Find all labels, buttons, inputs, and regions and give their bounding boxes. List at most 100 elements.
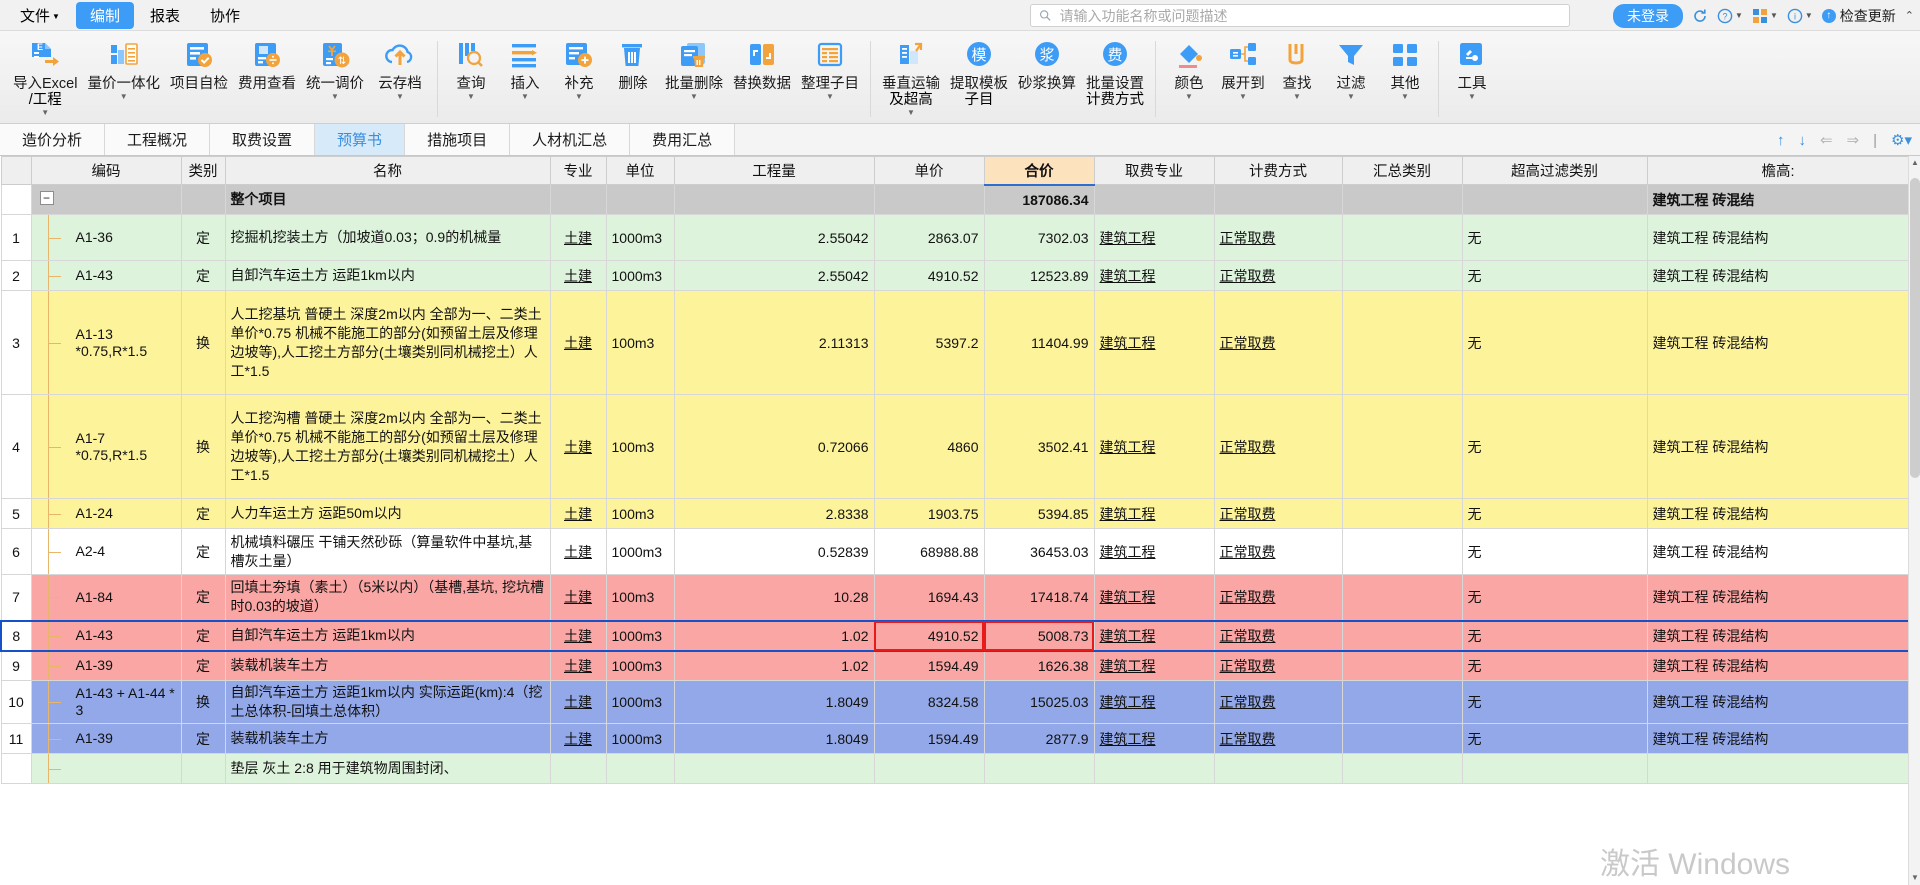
table-header-feeway[interactable]: 计费方式 [1213, 156, 1343, 185]
table-header-major[interactable]: 专业 [549, 156, 607, 185]
cell-qty[interactable] [673, 184, 875, 215]
cell-feeway[interactable]: 正常取费 [1213, 723, 1343, 754]
cell-name[interactable]: 机械填料碾压 干铺天然砂砾（算量软件中基坑,基槽灰土量） [224, 528, 551, 575]
cell-rowno[interactable]: 10 [0, 680, 32, 724]
cell-hifilter[interactable]: 无 [1461, 260, 1648, 291]
cell-feeway[interactable]: 正常取费 [1213, 680, 1343, 724]
cell-qty[interactable]: 1.02 [673, 619, 875, 652]
arrow-right-icon[interactable]: ⇒ [1847, 131, 1860, 149]
cell-feeway[interactable]: 正常取费 [1213, 290, 1343, 395]
cell-hifilter[interactable]: 无 [1461, 680, 1648, 724]
cell-sumcat[interactable] [1341, 753, 1463, 784]
cell-hi[interactable]: 建筑工程 砖混结构 [1646, 290, 1910, 395]
cell-hifilter[interactable] [1461, 753, 1648, 784]
tab-project-overview[interactable]: 工程概况 [105, 124, 211, 155]
cell-feemaj[interactable]: 建筑工程 [1093, 214, 1215, 261]
scroll-down-arrow[interactable]: ▼ [1909, 871, 1920, 885]
cell-unit[interactable]: 1000m3 [605, 619, 675, 652]
cell-code[interactable]: A1-39 [30, 650, 182, 681]
cell-feeway[interactable]: 正常取费 [1213, 498, 1343, 529]
scroll-thumb[interactable] [1910, 178, 1920, 478]
tab-labor-material-summary[interactable]: 人材机汇总 [510, 124, 631, 155]
ribbon-tools[interactable]: 工具 ▼ [1445, 37, 1499, 102]
cell-rowno[interactable]: 2 [0, 260, 32, 291]
table-row[interactable]: 2 A1-43 定自卸汽车运土方 运距1km以内 土建 1000m3 2.55042 491… [0, 260, 1910, 291]
tab-fee-settings[interactable]: 取费设置 [210, 124, 316, 155]
cell-kind[interactable]: 定 [180, 214, 226, 261]
cell-feeway[interactable] [1213, 184, 1343, 215]
ribbon-extract-template[interactable]: 模 提取模板 子目 [945, 37, 1013, 109]
table-row[interactable]: 5 A1-24 定人力车运土方 运距50m以内 土建 100m3 2.8338 1903.7… [0, 498, 1910, 529]
cell-name[interactable]: 自卸汽车运土方 运距1km以内 实际运距(km):4（挖土总体积-回填土总体积） [224, 680, 551, 724]
ribbon-batch-set-fee[interactable]: 费 批量设置 计费方式 [1081, 37, 1149, 109]
cell-kind[interactable]: 定 [180, 723, 226, 754]
cell-major[interactable]: 土建 [549, 723, 607, 754]
cell-qty[interactable]: 1.8049 [673, 680, 875, 724]
cell-name[interactable]: 自卸汽车运土方 运距1km以内 [224, 619, 551, 652]
cell-rowno[interactable]: 9 [0, 650, 32, 681]
cell-sumcat[interactable] [1341, 214, 1463, 261]
menu-file[interactable]: 文件 ▼ [6, 2, 74, 29]
cell-unit[interactable]: 100m3 [605, 574, 675, 621]
cell-feemaj[interactable]: 建筑工程 [1093, 528, 1215, 575]
cell-rowno[interactable]: 7 [0, 574, 32, 621]
cell-unit[interactable]: 100m3 [605, 394, 675, 499]
cell-major[interactable]: 土建 [549, 214, 607, 261]
cell-hi[interactable] [1646, 753, 1910, 784]
cell-hifilter[interactable]: 无 [1461, 723, 1648, 754]
cell-total[interactable]: 1626.38 [983, 650, 1095, 681]
ribbon-batch-delete[interactable]: 批量删除 ▼ [660, 37, 728, 102]
cell-hi[interactable]: 建筑工程 砖混结 [1646, 184, 1910, 215]
cell-total[interactable]: 11404.99 [983, 290, 1095, 395]
table-header-sumcat[interactable]: 汇总类别 [1341, 156, 1463, 185]
cell-feemaj[interactable] [1093, 753, 1215, 784]
cell-price[interactable]: 68988.88 [873, 528, 985, 575]
cell-major[interactable]: 土建 [549, 260, 607, 291]
tab-cost-analysis[interactable]: 造价分析 [0, 124, 106, 155]
cell-feeway[interactable]: 正常取费 [1213, 260, 1343, 291]
arrow-down-icon[interactable]: ↓ [1798, 132, 1806, 149]
cell-name[interactable]: 人力车运土方 运距50m以内 [224, 498, 551, 529]
cell-major[interactable]: 土建 [549, 680, 607, 724]
cell-kind[interactable]: 定 [180, 260, 226, 291]
cell-unit[interactable]: 1000m3 [605, 650, 675, 681]
menu-report[interactable]: 报表 [136, 2, 194, 29]
table-row[interactable]: 1 A1-36 定挖掘机挖装土方（加坡道0.03；0.9的机械量 土建 1000m3 2.… [0, 214, 1910, 261]
cell-major[interactable]: 土建 [549, 650, 607, 681]
cell-major[interactable]: 土建 [549, 574, 607, 621]
cell-major[interactable] [549, 753, 607, 784]
tab-budget-book[interactable]: 预算书 [315, 124, 406, 155]
cell-feemaj[interactable]: 建筑工程 [1093, 260, 1215, 291]
table-row[interactable]: − 整个项目 187086.34 建筑工程 砖混结 [0, 184, 1910, 215]
ribbon-quantity-price[interactable]: 量价一体化 ▼ [82, 37, 165, 102]
cell-code[interactable]: A1-43 + A1-44 * 3 [30, 680, 182, 724]
arrow-up-icon[interactable]: ↑ [1777, 132, 1785, 149]
ribbon-import-excel[interactable]: E 导入Excel /工程 ▼ [8, 37, 82, 118]
cell-total[interactable]: 36453.03 [983, 528, 1095, 575]
cell-name[interactable]: 回填土夯填（素土）（5米以内）（基槽,基坑, 挖坑槽时0.03的坡道） [224, 574, 551, 621]
cell-qty[interactable]: 2.55042 [673, 214, 875, 261]
menu-collaborate[interactable]: 协作 [196, 2, 254, 29]
cell-rowno[interactable] [0, 753, 32, 784]
cell-sumcat[interactable] [1341, 680, 1463, 724]
cell-total[interactable]: 12523.89 [983, 260, 1095, 291]
ribbon-supplement[interactable]: 补充 ▼ [552, 37, 606, 102]
settings-icon[interactable]: ⚙▾ [1891, 131, 1912, 149]
cell-hifilter[interactable]: 无 [1461, 650, 1648, 681]
cell-total[interactable]: 187086.34 [983, 184, 1095, 215]
refresh-icon[interactable] [1692, 8, 1708, 24]
cell-feemaj[interactable]: 建筑工程 [1093, 498, 1215, 529]
cell-name[interactable]: 垫层 灰土 2:8 用于建筑物周围封闭、 [224, 753, 551, 784]
cell-rowno[interactable]: 5 [0, 498, 32, 529]
table-header-rowno[interactable] [0, 156, 32, 185]
cell-feeway[interactable]: 正常取费 [1213, 574, 1343, 621]
cell-feeway[interactable]: 正常取费 [1213, 619, 1343, 652]
cell-total[interactable]: 3502.41 [983, 394, 1095, 499]
table-header-qty[interactable]: 工程量 [673, 156, 875, 185]
cell-rowno[interactable]: 4 [0, 394, 32, 499]
cell-kind[interactable]: 换 [180, 290, 226, 395]
cell-price[interactable]: 4860 [873, 394, 985, 499]
apps-grid-icon[interactable]: ▼ [1752, 8, 1778, 24]
cell-kind[interactable]: 定 [180, 528, 226, 575]
cell-feeway[interactable] [1213, 753, 1343, 784]
